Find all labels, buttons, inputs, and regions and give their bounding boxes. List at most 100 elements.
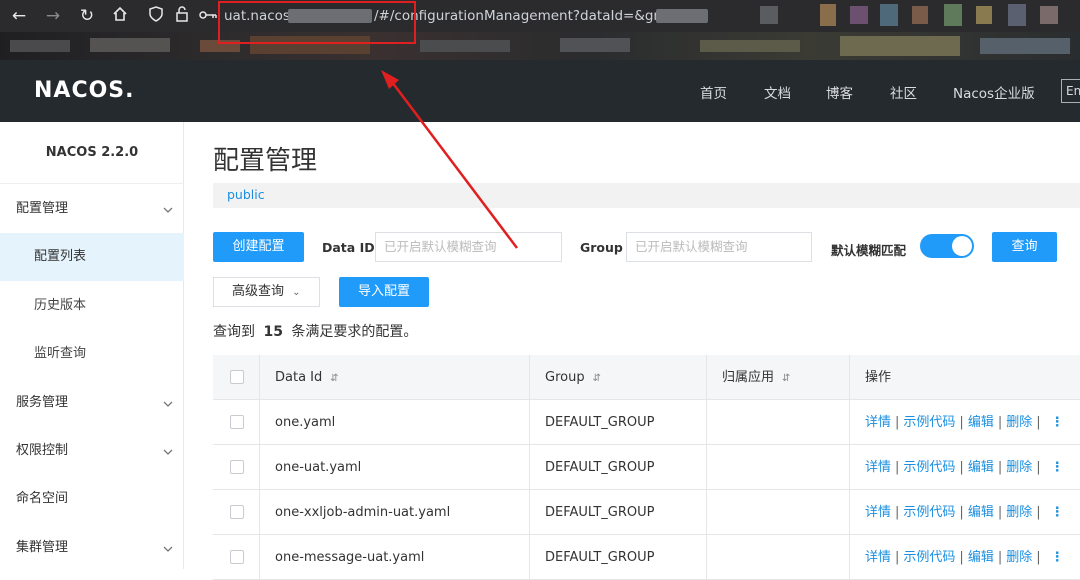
- nav-enterprise[interactable]: Nacos企业版: [953, 82, 1035, 102]
- blurred-bookmarks-bar: [0, 32, 1080, 60]
- more-actions-icon[interactable]: ⋮: [1051, 505, 1064, 520]
- url-redacted-block: [656, 9, 708, 23]
- namespace-link-public[interactable]: public: [227, 187, 265, 202]
- nav-docs[interactable]: 文档: [764, 82, 791, 102]
- blurred-extension: [760, 6, 778, 24]
- header-dataid[interactable]: Data Id ⇵: [275, 355, 339, 400]
- page-title: 配置管理: [213, 146, 318, 176]
- search-button[interactable]: 查询: [992, 232, 1057, 262]
- column-divider: [849, 535, 850, 580]
- row-checkbox[interactable]: [230, 550, 244, 564]
- language-switch-button[interactable]: En: [1061, 79, 1080, 103]
- sample-code-link[interactable]: 示例代码: [903, 415, 955, 430]
- edit-link[interactable]: 编辑: [968, 460, 994, 475]
- column-divider: [849, 490, 850, 535]
- blurred-bookmark: [560, 38, 630, 52]
- column-divider: [529, 355, 530, 400]
- delete-link[interactable]: 删除: [1006, 550, 1032, 565]
- cell-group: DEFAULT_GROUP: [545, 550, 655, 565]
- blurred-bookmark: [840, 36, 960, 56]
- home-icon[interactable]: [110, 6, 130, 26]
- row-checkbox[interactable]: [230, 505, 244, 519]
- delete-link[interactable]: 删除: [1006, 415, 1032, 430]
- dataid-search-input[interactable]: 已开启默认模糊查询: [375, 232, 562, 262]
- column-divider: [706, 355, 707, 400]
- blurred-extension: [1040, 6, 1058, 24]
- detail-link[interactable]: 详情: [865, 505, 891, 520]
- sidebar-group-config[interactable]: 配置管理: [0, 185, 184, 233]
- sidebar-group-label: 命名空间: [16, 491, 69, 506]
- sidebar-item-config-list[interactable]: 配置列表: [0, 233, 184, 281]
- row-checkbox[interactable]: [230, 415, 244, 429]
- column-divider: [849, 400, 850, 445]
- url-suffix[interactable]: /#/configurationManagement?dataId=&grou: [374, 7, 676, 25]
- delete-link[interactable]: 删除: [1006, 505, 1032, 520]
- more-actions-icon[interactable]: ⋮: [1051, 415, 1064, 430]
- sidebar-item-namespace[interactable]: 命名空间: [0, 475, 184, 523]
- sidebar-group-label: 配置管理: [16, 201, 69, 216]
- detail-link[interactable]: 详情: [865, 460, 891, 475]
- sidebar-group-cluster[interactable]: 集群管理: [0, 524, 184, 572]
- header-group-label: Group: [545, 370, 585, 385]
- edit-link[interactable]: 编辑: [968, 415, 994, 430]
- column-divider: [529, 490, 530, 535]
- forward-icon[interactable]: →: [43, 6, 63, 26]
- advanced-search-label: 高级查询: [232, 284, 285, 299]
- namespace-bar: public: [213, 183, 1080, 208]
- column-divider: [706, 445, 707, 490]
- fuzzy-match-toggle[interactable]: [920, 234, 974, 258]
- edit-link[interactable]: 编辑: [968, 550, 994, 565]
- column-divider: [259, 490, 260, 535]
- more-actions-icon[interactable]: ⋮: [1051, 550, 1064, 565]
- header-dataid-label: Data Id: [275, 370, 323, 385]
- detail-link[interactable]: 详情: [865, 415, 891, 430]
- edit-link[interactable]: 编辑: [968, 505, 994, 520]
- annotation-highlight-box: [218, 1, 416, 44]
- more-actions-icon[interactable]: ⋮: [1051, 460, 1064, 475]
- lock-icon[interactable]: [172, 6, 192, 26]
- sort-icon[interactable]: ⇵: [330, 373, 338, 384]
- sort-icon[interactable]: ⇵: [593, 373, 601, 384]
- sidebar-item-history[interactable]: 历史版本: [0, 282, 184, 330]
- nav-community[interactable]: 社区: [890, 82, 917, 102]
- result-suffix: 条满足要求的配置。: [291, 324, 418, 340]
- select-all-checkbox[interactable]: [230, 370, 244, 384]
- sidebar-item-label: 配置列表: [34, 249, 87, 264]
- nav-blog[interactable]: 博客: [826, 82, 853, 102]
- sidebar: NACOS 2.2.0 配置管理 配置列表 历史版本 监听查询 服务管理 权限控…: [0, 122, 184, 569]
- key-icon[interactable]: [198, 6, 218, 26]
- advanced-search-button[interactable]: 高级查询 ⌄: [213, 277, 320, 307]
- detail-link[interactable]: 详情: [865, 550, 891, 565]
- row-actions: 详情 | 示例代码 | 编辑 | 删除 | ⋮: [865, 460, 1064, 475]
- row-checkbox[interactable]: [230, 460, 244, 474]
- nav-home[interactable]: 首页: [700, 82, 727, 102]
- result-prefix: 查询到: [213, 324, 255, 340]
- table-row: one-message-uat.yaml DEFAULT_GROUP 详情 | 示例…: [213, 535, 1080, 580]
- import-config-button[interactable]: 导入配置: [339, 277, 429, 307]
- sample-code-link[interactable]: 示例代码: [903, 505, 955, 520]
- table-row: one-xxljob-admin-uat.yaml DEFAULT_GROUP …: [213, 490, 1080, 535]
- reload-icon[interactable]: ↻: [77, 6, 97, 26]
- header-group[interactable]: Group ⇵: [545, 355, 601, 400]
- sample-code-link[interactable]: 示例代码: [903, 460, 955, 475]
- sidebar-group-auth[interactable]: 权限控制: [0, 427, 184, 475]
- blurred-bookmark: [700, 40, 800, 52]
- blurred-bookmark: [90, 38, 170, 52]
- column-divider: [529, 400, 530, 445]
- nacos-logo[interactable]: NACOS.: [34, 78, 135, 103]
- sort-icon[interactable]: ⇵: [782, 373, 790, 384]
- create-config-button[interactable]: 创建配置: [213, 232, 304, 262]
- row-actions: 详情 | 示例代码 | 编辑 | 删除 | ⋮: [865, 415, 1064, 430]
- group-search-input[interactable]: 已开启默认模糊查询: [626, 232, 812, 262]
- sidebar-item-listen[interactable]: 监听查询: [0, 330, 184, 378]
- sample-code-link[interactable]: 示例代码: [903, 550, 955, 565]
- column-divider: [259, 445, 260, 490]
- shield-icon[interactable]: [146, 6, 166, 26]
- sidebar-group-service[interactable]: 服务管理: [0, 379, 184, 427]
- column-divider: [849, 445, 850, 490]
- back-icon[interactable]: ←: [9, 6, 29, 26]
- cell-dataid: one-message-uat.yaml: [275, 550, 425, 565]
- header-app[interactable]: 归属应用 ⇵: [722, 355, 790, 400]
- column-divider: [706, 400, 707, 445]
- delete-link[interactable]: 删除: [1006, 460, 1032, 475]
